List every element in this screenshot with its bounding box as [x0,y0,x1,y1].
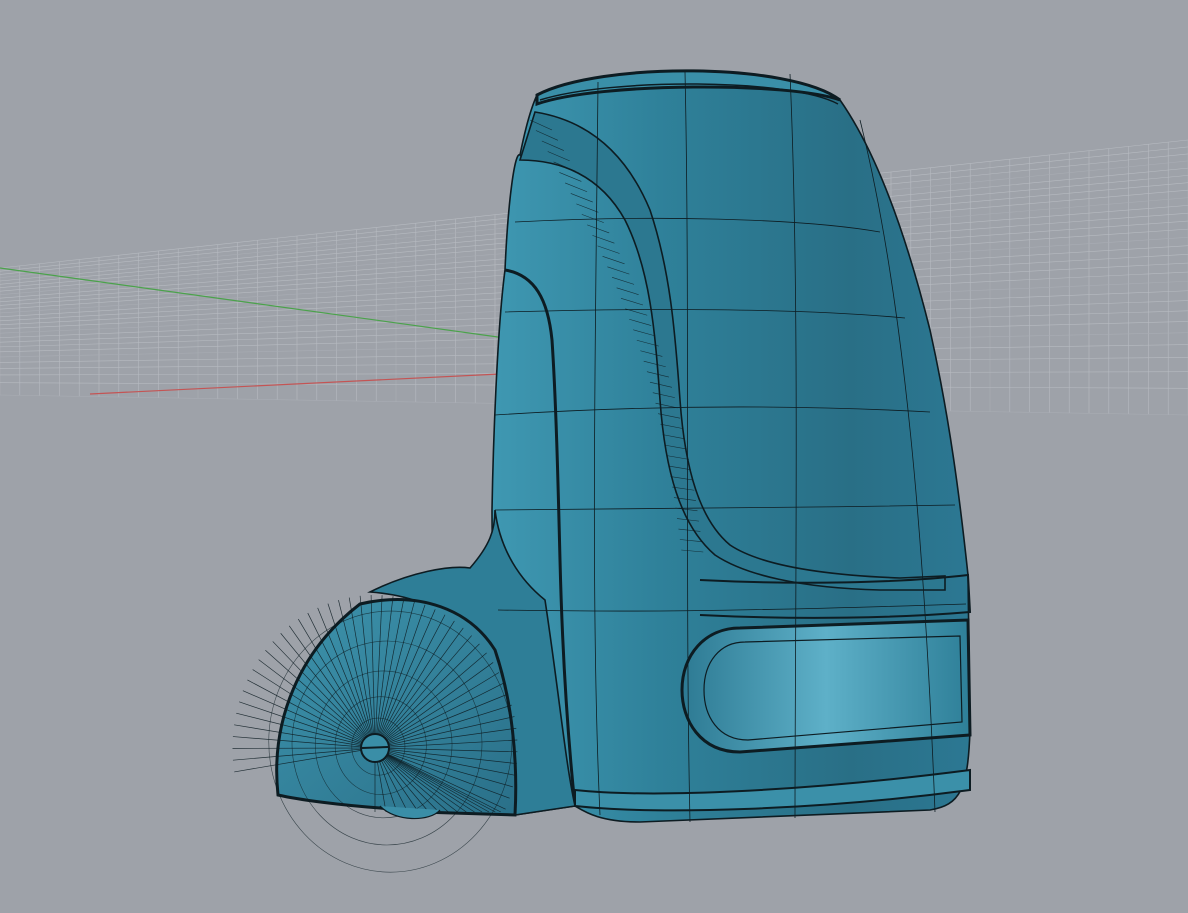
wheel[interactable] [232,595,518,873]
x-axis-line [89,373,501,395]
viewport-canvas[interactable] [0,0,1188,913]
model-robot-body[interactable] [232,69,972,873]
viewport-3d[interactable] [0,0,1188,913]
wheel-hub-axle [361,746,389,749]
